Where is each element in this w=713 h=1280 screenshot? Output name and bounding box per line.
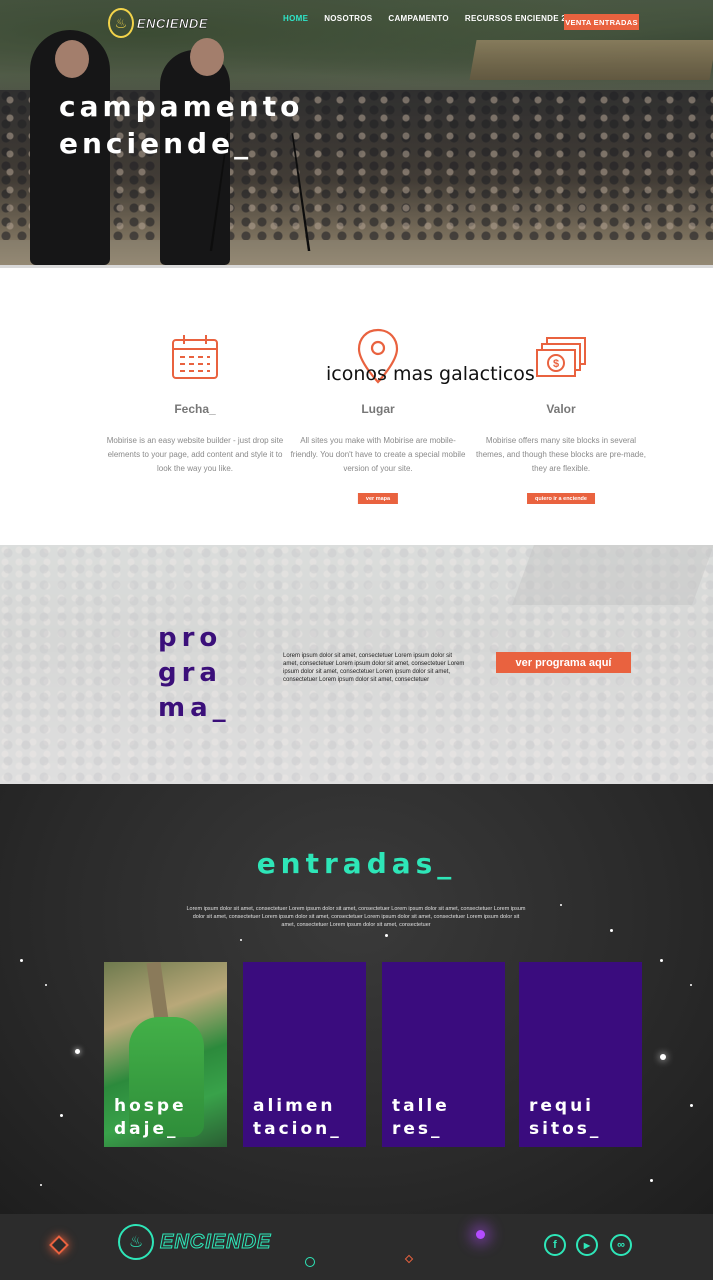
- light-dot: [240, 939, 242, 941]
- card-label-line1: requi: [529, 1096, 595, 1116]
- card-hospedaje[interactable]: hospe daje_: [104, 962, 227, 1147]
- card-alimentacion[interactable]: alimen tacion_: [243, 962, 366, 1147]
- light-dot: [75, 1049, 80, 1054]
- programa-text: Lorem ipsum dolor sit amet, consectetuer…: [283, 653, 465, 683]
- card-label: alimen tacion_: [253, 1095, 342, 1141]
- features-section: Fecha_ Mobirise is an easy website build…: [0, 268, 713, 545]
- feature-lugar: Lugar All sites you make with Mobirise a…: [288, 268, 468, 518]
- feature-text: Mobirise offers many site blocks in seve…: [476, 436, 646, 473]
- programa-title-line2: gra: [158, 658, 222, 688]
- diamond-decoration-icon: [49, 1235, 69, 1255]
- feature-title: Lugar: [361, 402, 395, 416]
- card-requisitos[interactable]: requi sitos_: [519, 962, 642, 1147]
- svg-text:$: $: [553, 358, 559, 370]
- facebook-icon[interactable]: f: [544, 1234, 566, 1256]
- light-dot: [660, 959, 663, 962]
- calendar-icon: [170, 332, 220, 387]
- light-dot: [40, 1184, 42, 1186]
- footer-logo-text: ENCIENDE: [159, 1230, 272, 1253]
- programa-title-line3: ma_: [158, 693, 231, 723]
- entradas-title: entradas_: [256, 847, 457, 880]
- programa-title: pro gra ma_: [158, 621, 231, 726]
- ver-programa-button[interactable]: ver programa aquí: [496, 652, 631, 673]
- card-label-line2: daje_: [114, 1119, 179, 1139]
- quiero-ir-button[interactable]: quiero ir a enciende: [527, 493, 595, 504]
- light-dot: [660, 1054, 666, 1060]
- card-label: talle res_: [392, 1095, 450, 1141]
- main-menu: HOME NOSOTROS CAMPAMENTO RECURSOS ENCIEN…: [283, 14, 596, 23]
- light-dot: [650, 1179, 653, 1182]
- link-icon[interactable]: ∞: [610, 1234, 632, 1256]
- light-dot: [690, 1104, 693, 1107]
- site-logo[interactable]: ♨ ENCIENDE: [108, 8, 208, 38]
- card-label-line2: tacion_: [253, 1119, 342, 1139]
- light-dot: [45, 984, 47, 986]
- footer-logo[interactable]: ♨ ENCIENDE: [118, 1224, 271, 1260]
- venta-entradas-button[interactable]: VENTA ENTRADAS: [564, 14, 639, 30]
- overlay-caption: iconos mas galacticos: [326, 363, 535, 385]
- feature-title: Fecha_: [174, 402, 216, 416]
- card-label-line2: res_: [392, 1119, 443, 1139]
- hero-title: campamento enciende_: [59, 88, 303, 162]
- card-label-line1: talle: [392, 1096, 450, 1116]
- nav-item-home[interactable]: HOME: [283, 14, 308, 23]
- feature-text: Mobirise is an easy website builder - ju…: [106, 436, 284, 473]
- card-label-line1: alimen: [253, 1096, 336, 1116]
- card-label-line1: hospe: [114, 1096, 187, 1116]
- flame-icon: ♨: [108, 8, 134, 38]
- feature-title: Valor: [546, 402, 576, 416]
- light-dot: [610, 929, 613, 932]
- card-label: hospe daje_: [114, 1095, 187, 1141]
- programa-title-line1: pro: [158, 623, 223, 653]
- nav-item-nosotros[interactable]: NOSOTROS: [324, 14, 372, 23]
- feature-fecha: Fecha_ Mobirise is an easy website build…: [105, 268, 285, 518]
- glow-dot-decoration-icon: [476, 1230, 485, 1239]
- nav-item-campamento[interactable]: CAMPAMENTO: [388, 14, 448, 23]
- light-dot: [385, 934, 388, 937]
- ver-mapa-button[interactable]: ver mapa: [357, 493, 399, 504]
- top-nav: ♨ ENCIENDE HOME NOSOTROS CAMPAMENTO RECU…: [0, 0, 713, 44]
- site-footer: ♨ ENCIENDE f ▶ ∞: [0, 1214, 713, 1280]
- card-label: requi sitos_: [529, 1095, 601, 1141]
- card-label-line2: sitos_: [529, 1119, 602, 1139]
- light-dot: [560, 904, 562, 906]
- light-dot: [20, 959, 23, 962]
- youtube-icon[interactable]: ▶: [576, 1234, 598, 1256]
- card-talleres[interactable]: talle res_: [382, 962, 505, 1147]
- light-dot: [690, 984, 692, 986]
- diamond-decoration-icon: [404, 1254, 414, 1264]
- hero-title-line2: enciende_: [59, 127, 253, 160]
- light-dot: [60, 1114, 63, 1117]
- entradas-section: entradas_ Lorem ipsum dolor sit amet, co…: [0, 784, 713, 1214]
- feature-text: All sites you make with Mobirise are mob…: [290, 436, 466, 473]
- money-icon: $: [535, 336, 587, 385]
- hero-title-line1: campamento: [59, 90, 304, 123]
- circle-decoration-icon: [305, 1257, 315, 1267]
- feature-valor: $ Valor Mobirise offers many site blocks…: [471, 268, 651, 518]
- flame-icon: ♨: [118, 1224, 154, 1260]
- site-logo-text: ENCIENDE: [136, 15, 208, 31]
- programa-section: pro gra ma_ Lorem ipsum dolor sit amet, …: [0, 545, 713, 784]
- entradas-text: Lorem ipsum dolor sit amet, consectetuer…: [186, 906, 526, 928]
